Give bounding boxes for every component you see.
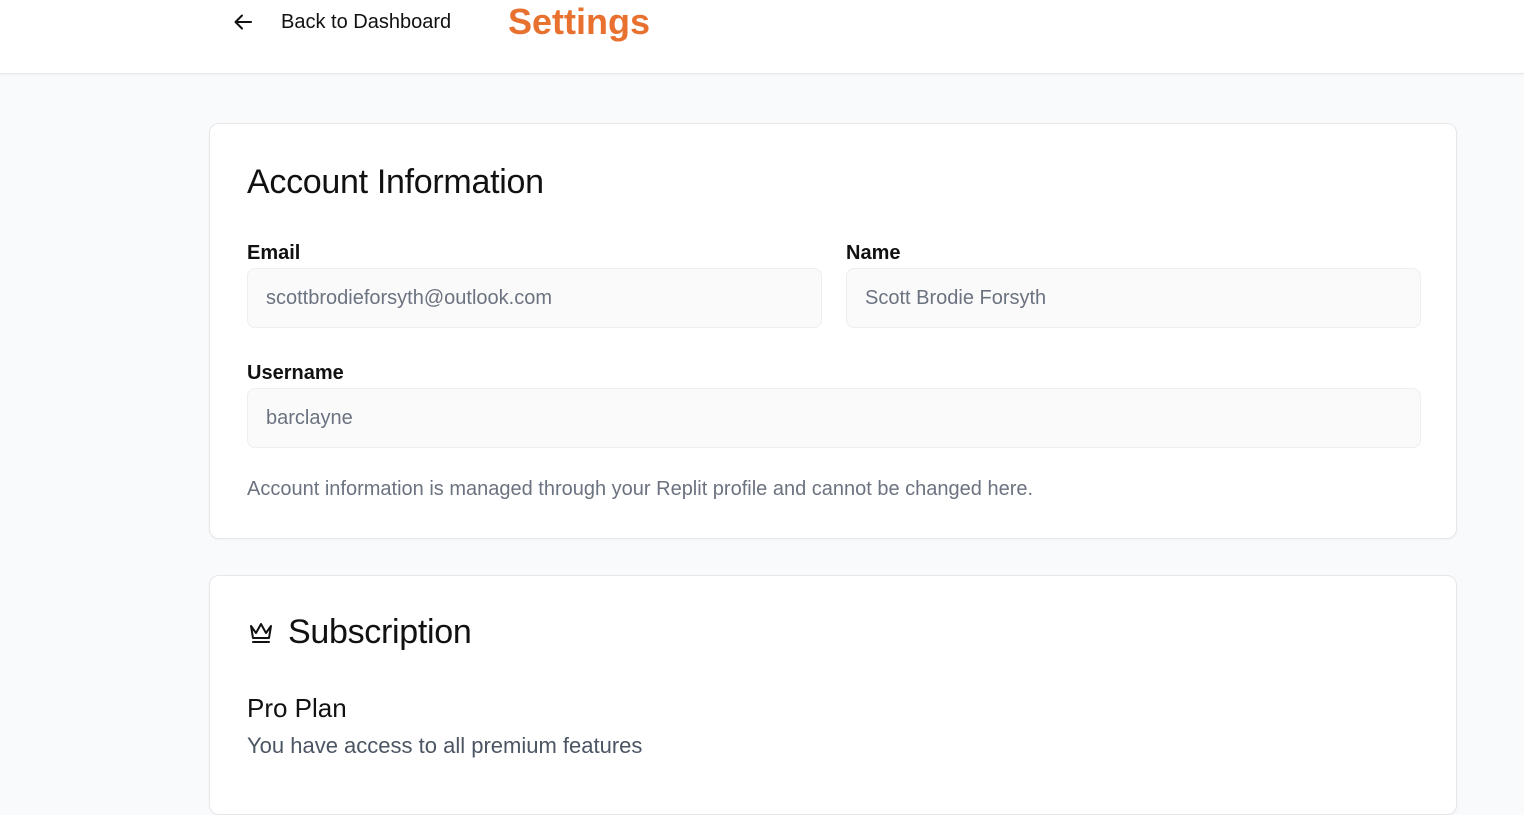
account-information-card: Account Information Email Name Username … (209, 123, 1457, 539)
name-label: Name (846, 242, 901, 264)
arrow-left-icon (232, 11, 254, 33)
top-bar: Back to Dashboard Settings (0, 0, 1524, 74)
username-field[interactable] (247, 388, 1421, 448)
account-help-text: Account information is managed through y… (247, 478, 1034, 500)
page-title: Settings (508, 1, 651, 42)
email-field[interactable] (247, 268, 822, 328)
account-information-heading: Account Information (247, 163, 544, 201)
crown-icon (247, 618, 275, 646)
back-link-label: Back to Dashboard (281, 10, 452, 33)
name-field[interactable] (846, 268, 1421, 328)
username-label: Username (247, 362, 344, 384)
plan-description: You have access to all premium features (247, 733, 643, 758)
email-label: Email (247, 242, 301, 264)
plan-name: Pro Plan (247, 693, 347, 723)
back-to-dashboard-link[interactable]: Back to Dashboard (232, 6, 451, 38)
subscription-card: Subscription Pro Plan You have access to… (209, 575, 1457, 815)
subscription-heading: Subscription (288, 613, 472, 651)
subscription-heading-row: Subscription (247, 612, 472, 652)
